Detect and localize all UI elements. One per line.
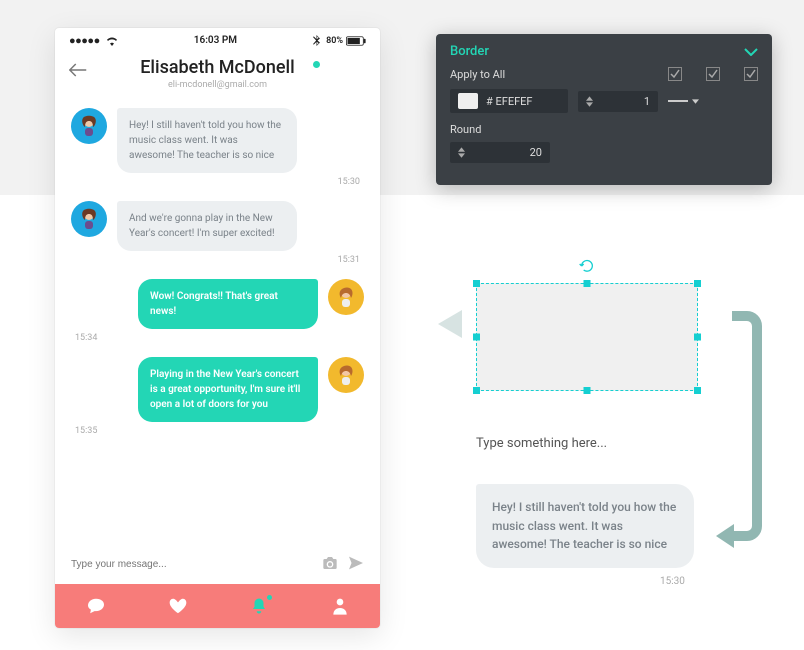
avatar [328, 357, 364, 393]
rotate-handle[interactable] [579, 258, 595, 278]
message-time: 15:30 [75, 177, 360, 187]
avatar [71, 108, 107, 144]
bluetooth-icon [313, 35, 320, 46]
resize-handle[interactable] [473, 280, 480, 287]
result-bubble: Hey! I still haven't told you how the mu… [476, 484, 694, 568]
message-row: Hey! I still haven't told you how the mu… [71, 108, 364, 173]
radius-stepper[interactable] [458, 147, 465, 158]
message-input[interactable] [71, 559, 312, 570]
resize-handle[interactable] [694, 280, 701, 287]
border-side-checkbox[interactable] [744, 67, 758, 81]
color-value: # EFEFEF [486, 95, 533, 108]
status-bar: ●●●●● 16:03 PM 80% [55, 28, 380, 51]
nav-profile-icon[interactable] [332, 597, 348, 615]
border-width-field[interactable]: 1 [578, 91, 658, 112]
radius-value: 20 [465, 146, 542, 159]
back-button[interactable] [69, 61, 87, 82]
message-bubble: Wow! Congrats!! That's great news! [138, 279, 318, 329]
message-bubble: Playing in the New Year's concert is a g… [138, 357, 318, 422]
round-label: Round [450, 123, 758, 136]
resize-handle[interactable] [694, 387, 701, 394]
border-radius-field[interactable]: 20 [450, 142, 550, 163]
contact-name: Elisabeth McDonell [71, 57, 364, 78]
message-time: 15:35 [75, 426, 360, 436]
nav-chat-icon[interactable] [87, 598, 105, 614]
avatar [328, 279, 364, 315]
phone-mockup: ●●●●● 16:03 PM 80% Elisabeth McDonell el… [55, 28, 380, 628]
message-bubble: Hey! I still haven't told you how the mu… [117, 108, 297, 173]
resize-handle[interactable] [473, 387, 480, 394]
panel-title: Border [450, 44, 489, 59]
notification-dot [267, 595, 272, 600]
border-side-checkbox[interactable] [668, 67, 682, 81]
wifi-icon [106, 36, 118, 46]
apply-all-label: Apply to All [450, 68, 505, 81]
border-style-dropdown[interactable] [668, 99, 708, 104]
nav-heart-icon[interactable] [169, 598, 187, 614]
flow-arrow-icon [714, 310, 762, 554]
message-row: And we're gonna play in the New Year's c… [71, 201, 364, 251]
canvas-pointer-icon [438, 310, 462, 338]
send-icon[interactable] [348, 555, 364, 574]
messages-list: Hey! I still haven't told you how the mu… [55, 100, 380, 545]
message-time: 15:31 [75, 255, 360, 265]
line-style-icon [668, 100, 688, 102]
resize-handle[interactable] [473, 334, 480, 341]
online-status-dot [313, 61, 320, 68]
result-preview: Hey! I still haven't told you how the mu… [476, 484, 694, 568]
status-time: 16:03 PM [194, 35, 237, 46]
battery-icon [346, 36, 366, 46]
resize-handle[interactable] [694, 334, 701, 341]
message-time: 15:34 [75, 333, 360, 343]
composer [55, 545, 380, 584]
collapse-button[interactable] [744, 45, 758, 59]
border-panel: Border Apply to All # EFEFEF [436, 34, 772, 185]
canvas-text-prompt[interactable]: Type something here... [476, 436, 607, 451]
bottom-nav [55, 584, 380, 628]
message-row: Wow! Congrats!! That's great news! [71, 279, 364, 329]
result-time: 15:30 [660, 576, 685, 587]
width-value: 1 [593, 95, 650, 108]
width-stepper[interactable] [586, 96, 593, 107]
signal-dots-icon: ●●●●● [69, 34, 100, 47]
border-side-checkbox[interactable] [706, 67, 720, 81]
message-bubble: And we're gonna play in the New Year's c… [117, 201, 297, 251]
message-row: Playing in the New Year's concert is a g… [71, 357, 364, 422]
selection-rectangle[interactable] [476, 283, 698, 391]
resize-handle[interactable] [584, 387, 591, 394]
camera-icon[interactable] [322, 555, 338, 574]
border-color-field[interactable]: # EFEFEF [450, 89, 568, 113]
avatar [71, 201, 107, 237]
nav-bell-icon[interactable] [250, 597, 268, 615]
battery-percent: 80% [326, 36, 343, 46]
color-swatch[interactable] [458, 93, 478, 109]
contact-email: eli-mcdonell@gmail.com [71, 80, 364, 90]
resize-handle[interactable] [584, 280, 591, 287]
chat-header: Elisabeth McDonell eli-mcdonell@gmail.co… [55, 51, 380, 100]
